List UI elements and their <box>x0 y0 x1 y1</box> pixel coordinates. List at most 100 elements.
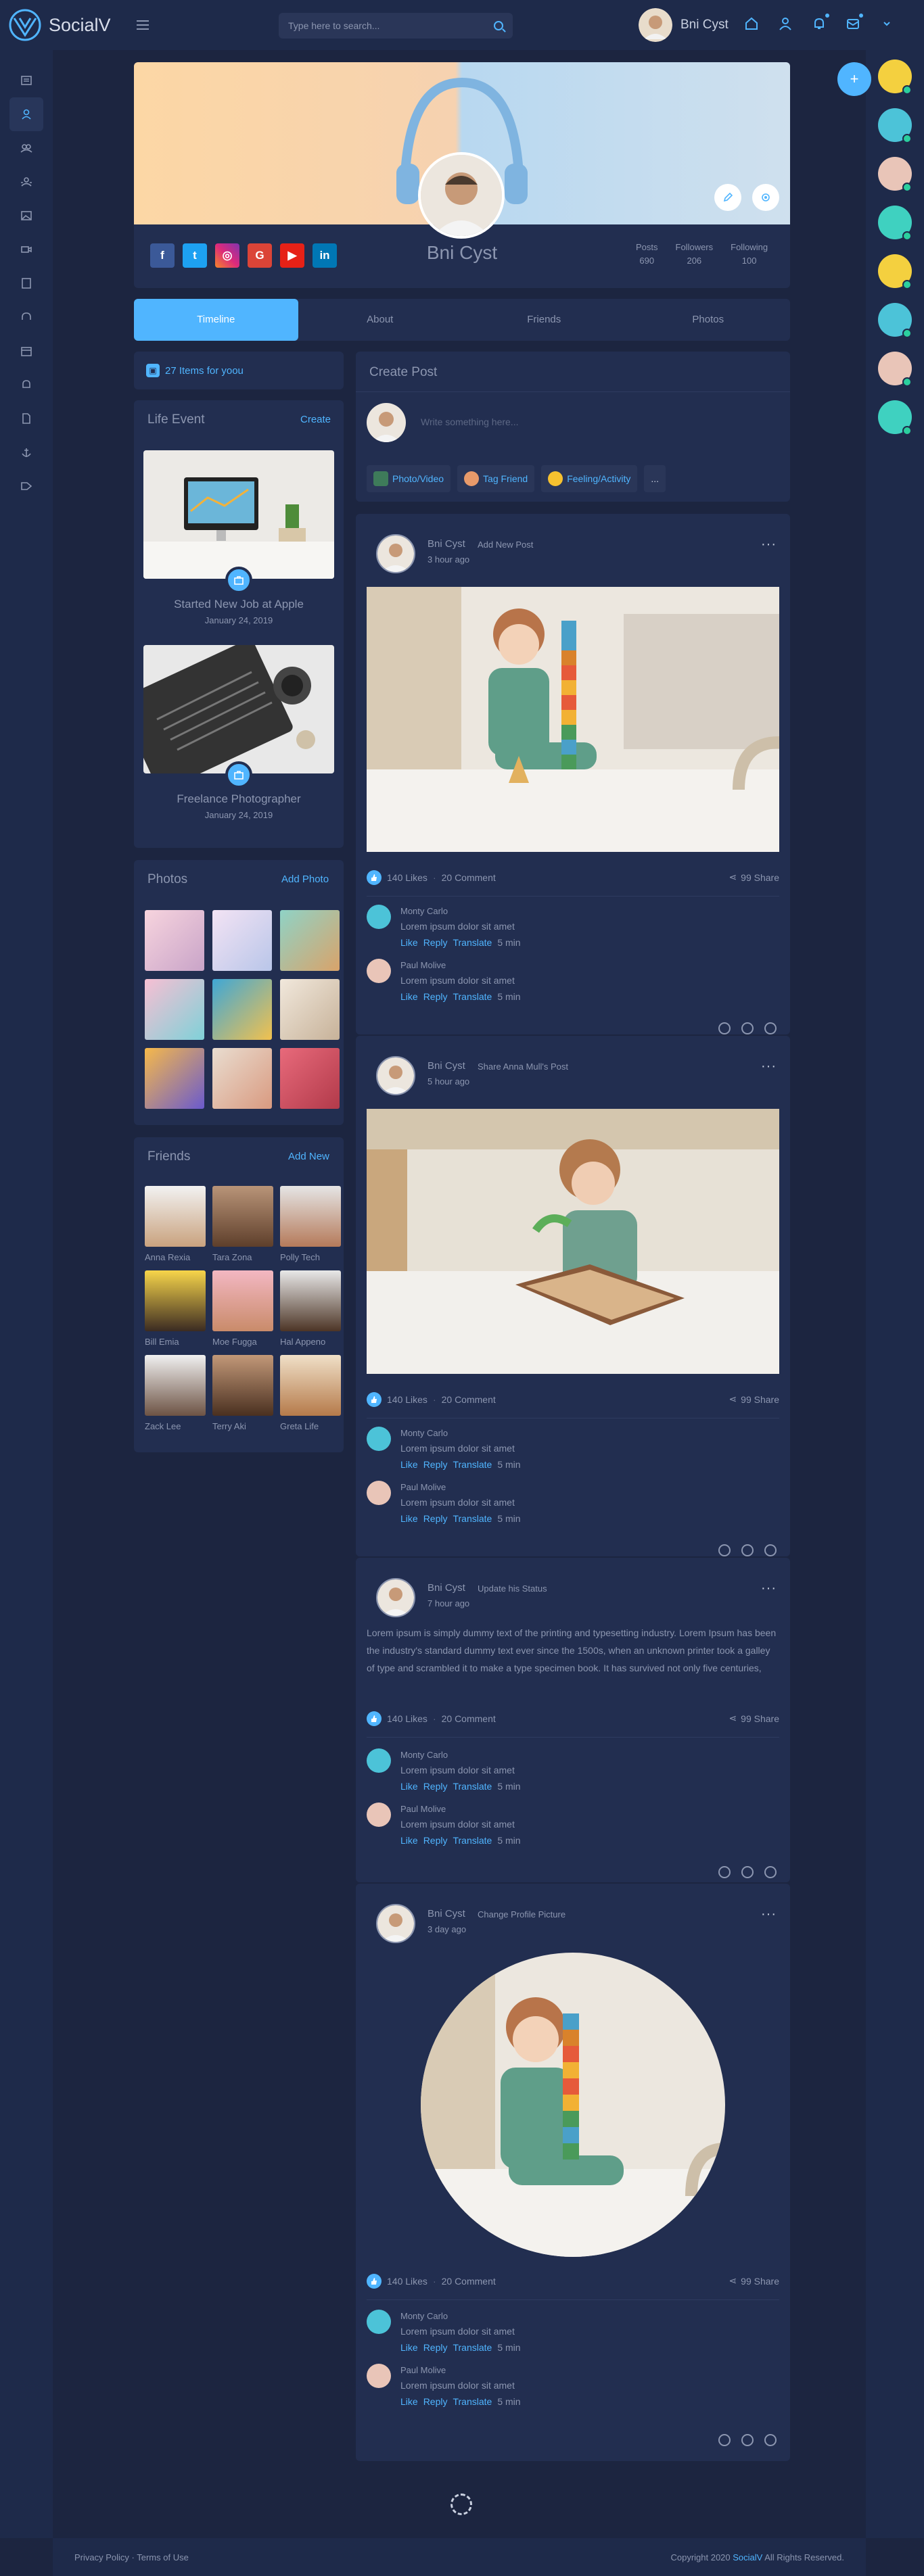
chevron-down-icon[interactable] <box>879 16 894 31</box>
sidebar-item-videos[interactable] <box>9 233 43 266</box>
brand-link[interactable]: SocialV <box>733 2552 762 2562</box>
sidebar-item-anchor[interactable] <box>9 435 43 469</box>
like-link[interactable]: Like <box>400 937 418 948</box>
sidebar-item-friends[interactable] <box>9 131 43 165</box>
tab-about[interactable]: About <box>298 299 463 341</box>
translate-link[interactable]: Translate <box>453 1459 492 1470</box>
menu-icon[interactable] <box>137 20 149 30</box>
smile-icon[interactable] <box>741 2434 754 2446</box>
translate-link[interactable]: Translate <box>453 1513 492 1524</box>
photo-thumb[interactable] <box>280 910 340 971</box>
sidebar-item-profile[interactable] <box>9 97 43 131</box>
share-button[interactable]: ⋖ 99 Share <box>729 2275 779 2287</box>
translate-link[interactable]: Translate <box>453 2342 492 2353</box>
like-link[interactable]: Like <box>400 2396 418 2407</box>
commenter-name[interactable]: Monty Carlo <box>400 2311 448 2321</box>
translate-link[interactable]: Translate <box>453 991 492 1002</box>
translate-link[interactable]: Translate <box>453 1835 492 1846</box>
post-input[interactable] <box>421 416 759 427</box>
add-button[interactable]: + <box>837 62 871 96</box>
friend-item[interactable]: Bill Emia <box>145 1270 206 1347</box>
likes-count[interactable]: 140 Likes <box>387 1394 428 1405</box>
photo-thumb[interactable] <box>212 979 272 1040</box>
life-event-image[interactable] <box>143 645 334 773</box>
photo-thumb[interactable] <box>280 1048 340 1109</box>
thumbs-up-icon[interactable] <box>367 2273 382 2289</box>
friend-item[interactable]: Tara Zona <box>212 1186 273 1262</box>
commenter-name[interactable]: Paul Molive <box>400 960 446 970</box>
comments-count[interactable]: 20 Comment <box>442 872 496 883</box>
more-icon[interactable]: ··· <box>761 1907 777 1922</box>
google-plus-icon[interactable]: G <box>248 243 272 268</box>
tag-friend-button[interactable]: Tag Friend <box>457 465 535 492</box>
avatar[interactable] <box>367 1803 391 1827</box>
like-link[interactable]: Like <box>400 1459 418 1470</box>
friend-item[interactable]: Zack Lee <box>145 1355 206 1431</box>
reply-link[interactable]: Reply <box>423 937 448 948</box>
smile-icon[interactable] <box>741 1866 754 1878</box>
camera-icon[interactable] <box>764 1866 777 1878</box>
avatar[interactable] <box>367 2310 391 2334</box>
friend-item[interactable]: Anna Rexia <box>145 1186 206 1262</box>
comments-count[interactable]: 20 Comment <box>442 2276 496 2287</box>
avatar[interactable] <box>376 1056 415 1095</box>
likes-count[interactable]: 140 Likes <box>387 1713 428 1724</box>
stat-followers[interactable]: Followers 206 <box>676 241 714 268</box>
avatar[interactable] <box>367 1748 391 1773</box>
likes-count[interactable]: 140 Likes <box>387 872 428 883</box>
linkedin-icon[interactable]: in <box>313 243 337 268</box>
more-icon[interactable]: ··· <box>761 1059 777 1074</box>
sidebar-item-calendar[interactable] <box>9 334 43 368</box>
thumbs-up-icon[interactable] <box>367 869 382 885</box>
smile-icon[interactable] <box>741 1022 754 1034</box>
tab-photos[interactable]: Photos <box>626 299 791 341</box>
avatar[interactable] <box>367 1481 391 1505</box>
camera-icon[interactable] <box>764 2434 777 2446</box>
link-icon[interactable] <box>718 2434 731 2446</box>
home-icon[interactable] <box>744 16 759 31</box>
commenter-name[interactable]: Monty Carlo <box>400 906 448 916</box>
stat-posts[interactable]: Posts 690 <box>636 241 658 268</box>
feeling-activity-button[interactable]: Feeling/Activity <box>541 465 638 492</box>
photo-thumb[interactable] <box>212 910 272 971</box>
post-author[interactable]: Bni Cyst <box>428 1908 465 1919</box>
cover-settings-button[interactable] <box>752 184 779 211</box>
notifications-icon[interactable] <box>812 14 829 31</box>
commenter-name[interactable]: Monty Carlo <box>400 1750 448 1760</box>
smile-icon[interactable] <box>741 1544 754 1556</box>
friend-item[interactable]: Moe Fugga <box>212 1270 273 1347</box>
sidebar-item-music[interactable] <box>9 300 43 334</box>
friend-requests-icon[interactable] <box>778 16 793 31</box>
privacy-policy-link[interactable]: Privacy Policy <box>74 2552 129 2562</box>
reply-link[interactable]: Reply <box>423 991 448 1002</box>
edit-cover-button[interactable] <box>714 184 741 211</box>
camera-icon[interactable] <box>764 1544 777 1556</box>
photo-thumb[interactable] <box>145 1048 204 1109</box>
add-photo-link[interactable]: Add Photo <box>281 874 329 885</box>
sidebar-item-newsfeed[interactable] <box>9 64 43 97</box>
translate-link[interactable]: Translate <box>453 1781 492 1792</box>
avatar[interactable] <box>376 1578 415 1617</box>
like-link[interactable]: Like <box>400 2342 418 2353</box>
sidebar-item-photos[interactable] <box>9 199 43 233</box>
reply-link[interactable]: Reply <box>423 2396 448 2407</box>
post-image[interactable] <box>367 587 779 852</box>
avatar[interactable] <box>367 2364 391 2388</box>
like-link[interactable]: Like <box>400 1835 418 1846</box>
terms-link[interactable]: Terms of Use <box>137 2552 189 2562</box>
likes-count[interactable]: 140 Likes <box>387 2276 428 2287</box>
translate-link[interactable]: Translate <box>453 2396 492 2407</box>
share-button[interactable]: ⋖ 99 Share <box>729 1713 779 1724</box>
share-button[interactable]: ⋖ 99 Share <box>729 1393 779 1405</box>
friend-item[interactable]: Terry Aki <box>212 1355 273 1431</box>
post-image[interactable] <box>367 1109 779 1374</box>
logo[interactable]: SocialV <box>8 8 130 42</box>
sidebar-item-tags[interactable] <box>9 469 43 503</box>
friend-item[interactable]: Hal Appeno <box>280 1270 341 1347</box>
add-friend-link[interactable]: Add New <box>288 1151 329 1162</box>
like-link[interactable]: Like <box>400 1513 418 1524</box>
items-for-you[interactable]: ▣ 27 Items for yoou <box>134 352 344 389</box>
post-author[interactable]: Bni Cyst <box>428 1060 465 1072</box>
sidebar-item-pages[interactable] <box>9 266 43 300</box>
tab-friends[interactable]: Friends <box>462 299 626 341</box>
